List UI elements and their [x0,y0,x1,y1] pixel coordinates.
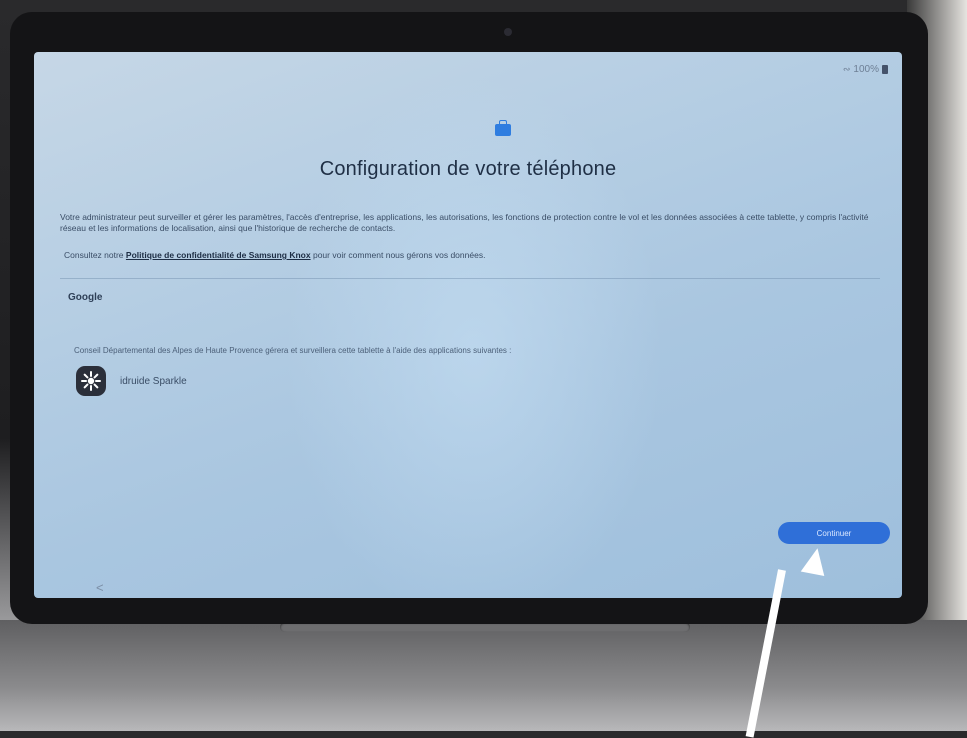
continue-button[interactable]: Continuer [778,522,890,544]
app-name: idruide Sparkle [120,375,187,387]
privacy-notice: Consultez notre Politique de confidentia… [64,250,884,260]
front-camera [504,28,512,36]
battery-icon [882,65,888,74]
app-list-item: idruide Sparkle [76,366,187,396]
sparkle-icon [76,366,106,396]
section-divider [60,278,880,279]
status-bar: ∾ 100% [843,64,888,75]
annotation-arrow-icon [800,545,830,577]
wifi-icon: ∾ [842,64,851,74]
google-section-label: Google [68,292,103,303]
page-title: Configuration de votre téléphone [319,158,617,180]
briefcase-icon [495,120,511,136]
council-notice: Conseil Départemental des Alpes de Haute… [74,346,512,355]
screen-glare [284,72,664,598]
tablet-bezel: ∾ 100% Configuration de votre téléphone … [10,12,928,624]
tablet-cover [0,620,967,731]
admin-description: Votre administrateur peut surveiller et … [60,212,869,233]
privacy-prefix: Consultez notre [64,250,124,260]
privacy-suffix: pour voir comment nous gérons vos donnée… [312,250,486,260]
privacy-policy-link[interactable]: Politique de confidentialité de Samsung … [126,250,311,260]
setup-screen: ∾ 100% Configuration de votre téléphone … [34,52,902,598]
back-icon[interactable]: < [96,580,104,595]
battery-level: 100% [853,64,879,75]
